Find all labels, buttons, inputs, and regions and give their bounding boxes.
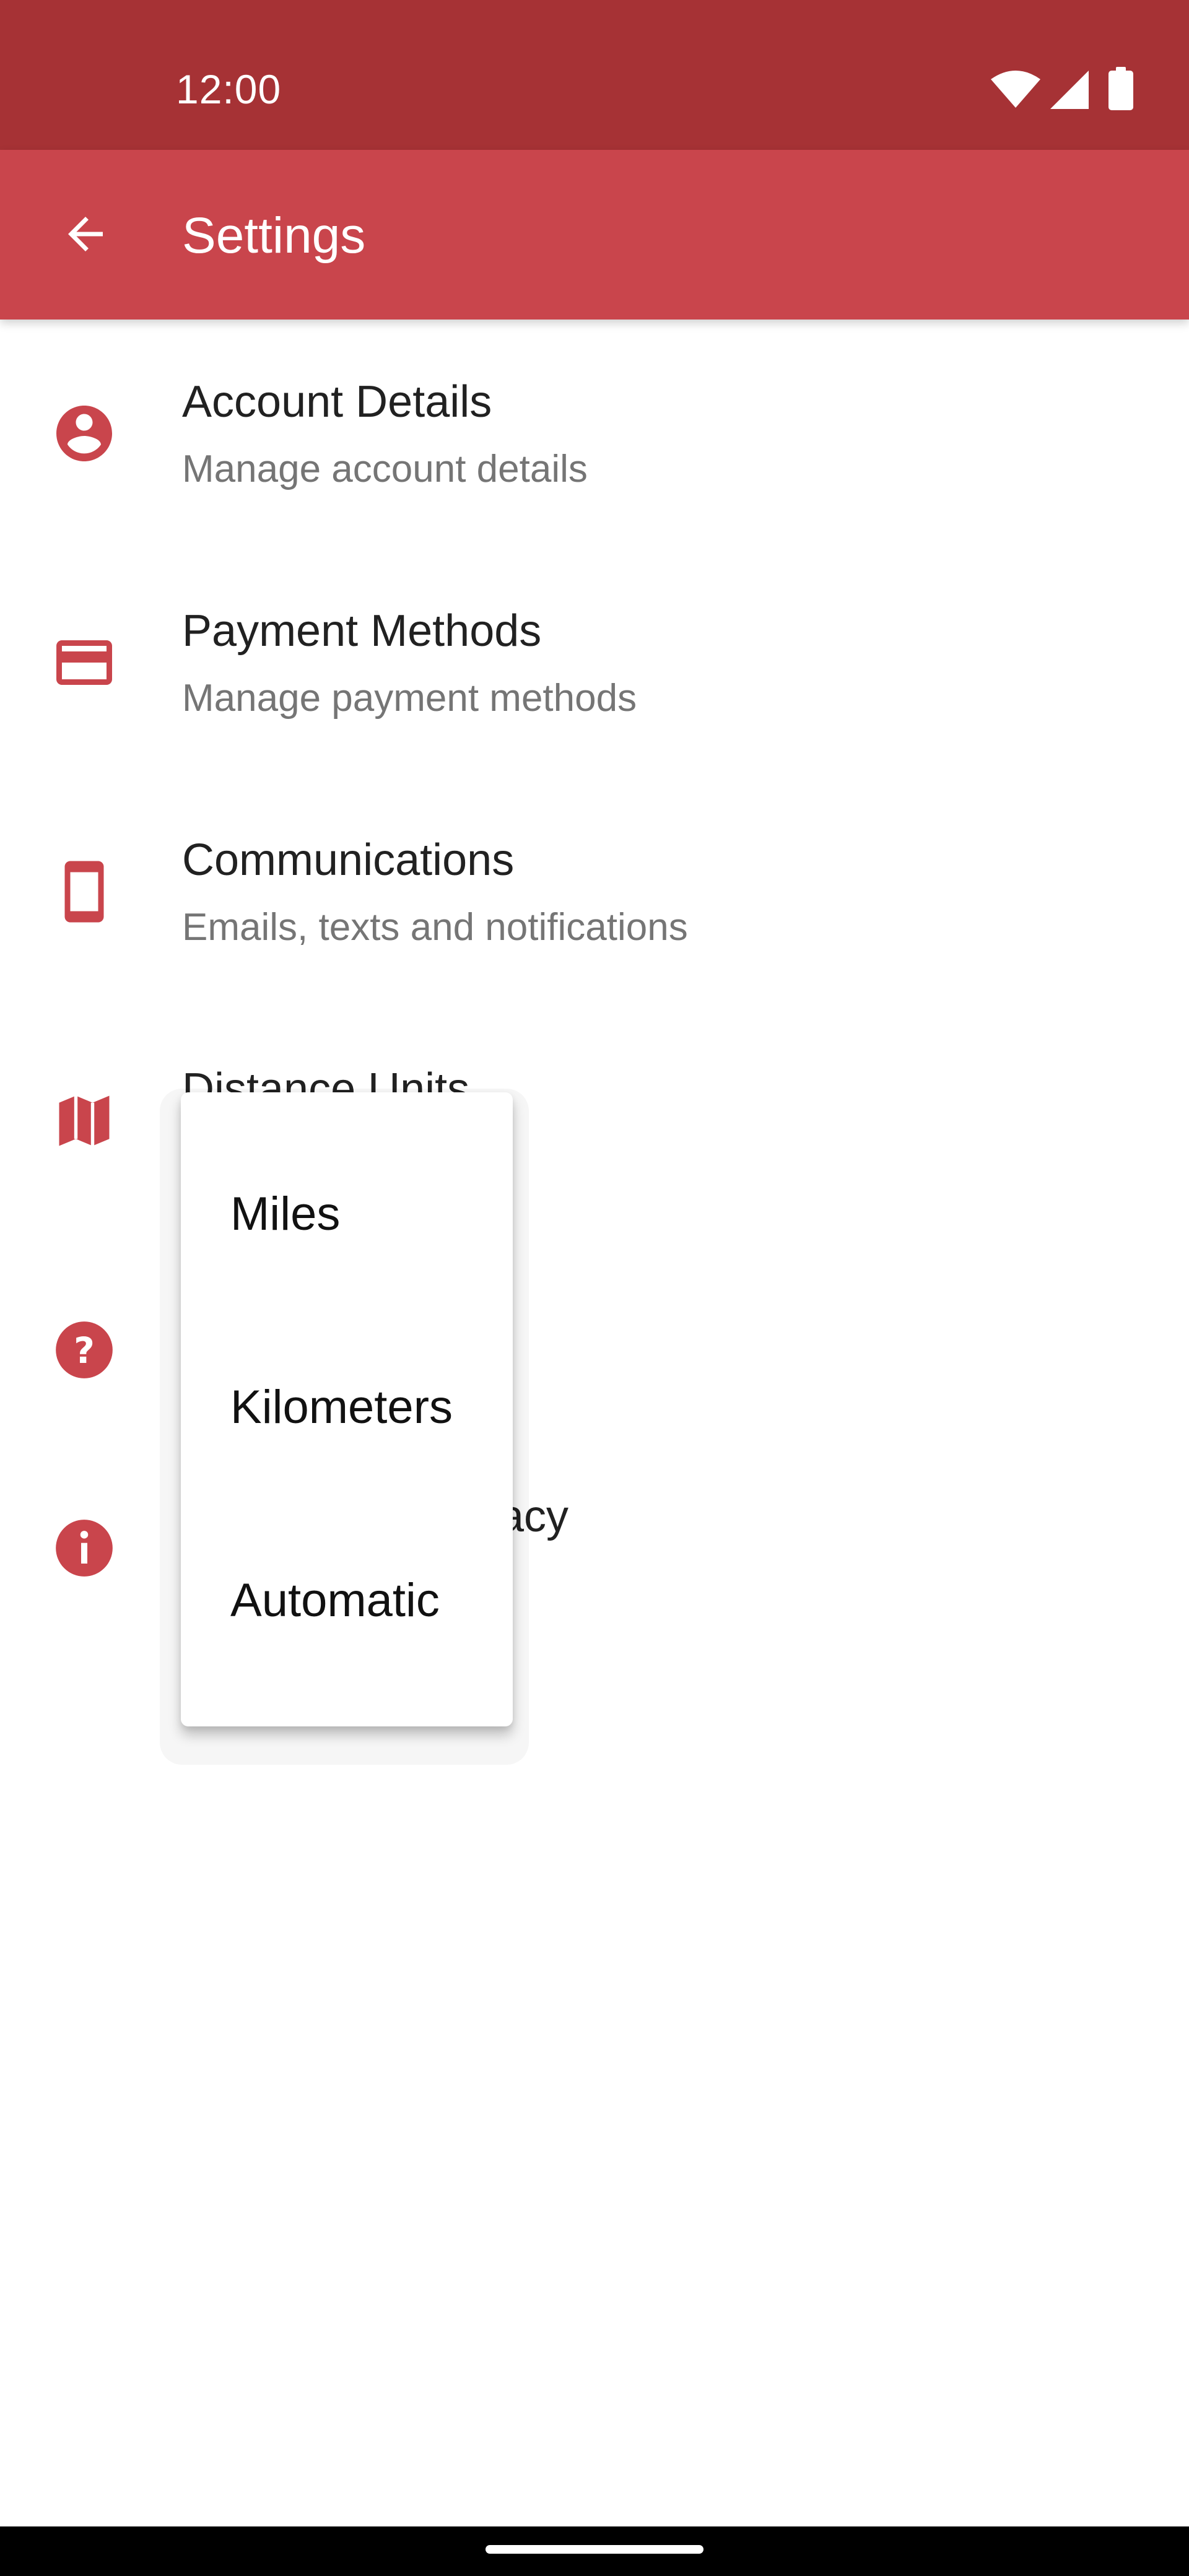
- settings-item-title: Communications: [182, 835, 515, 885]
- status-bar: 12:00: [0, 0, 1189, 150]
- settings-item-payment-methods[interactable]: Payment Methods Manage payment methods: [0, 549, 1189, 778]
- settings-item-title: Payment Methods: [182, 606, 542, 656]
- menu-item-automatic[interactable]: Automatic: [181, 1503, 513, 1697]
- phone-icon: [47, 855, 121, 929]
- app-bar: Settings: [0, 150, 1189, 320]
- home-gesture-handle[interactable]: [486, 2545, 703, 2554]
- settings-item-account-details[interactable]: Account Details Manage account details: [0, 320, 1189, 549]
- account-circle-icon: [47, 396, 121, 471]
- menu-item-kilometers[interactable]: Kilometers: [181, 1310, 513, 1503]
- status-time: 12:00: [176, 66, 282, 112]
- page-title: Settings: [182, 207, 366, 264]
- settings-item-title: Account Details: [182, 377, 492, 427]
- wifi-icon: [991, 71, 1040, 108]
- navigation-bar: [0, 2526, 1189, 2576]
- status-icons: [991, 67, 1139, 111]
- battery-icon: [1108, 67, 1133, 110]
- distance-units-menu: Miles Kilometers Automatic: [181, 1092, 513, 1726]
- settings-item-communications[interactable]: Communications Emails, texts and notific…: [0, 778, 1189, 1007]
- arrow-back-icon: [68, 217, 103, 251]
- menu-item-miles[interactable]: Miles: [181, 1117, 513, 1310]
- settings-item-subtitle: Emails, texts and notifications: [182, 906, 688, 949]
- svg-text:?: ?: [74, 1329, 95, 1372]
- settings-item-subtitle: Manage account details: [182, 448, 588, 490]
- help-circle-icon: ?: [47, 1313, 121, 1387]
- map-icon: [47, 1084, 121, 1158]
- credit-card-icon: [47, 625, 121, 700]
- info-circle-icon: [47, 1511, 121, 1585]
- back-button[interactable]: [41, 189, 130, 279]
- settings-item-subtitle: Manage payment methods: [182, 677, 637, 720]
- cellular-signal-icon: [1050, 71, 1089, 109]
